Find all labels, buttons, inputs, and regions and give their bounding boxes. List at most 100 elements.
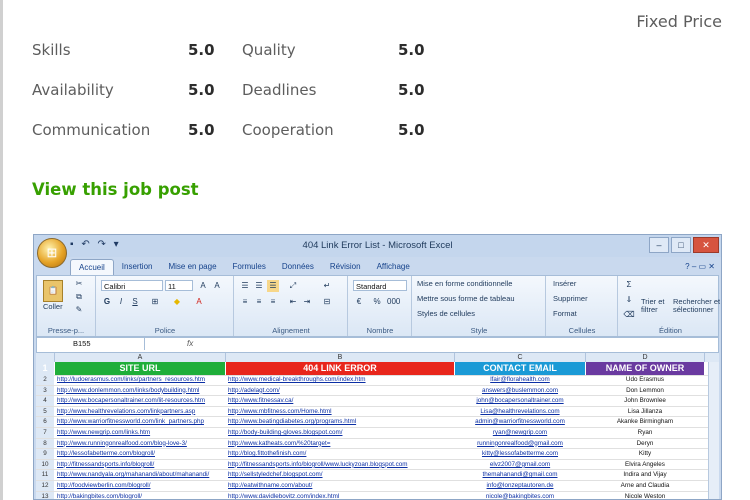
contact-email-cell: john@bocapersonaltrainer.com <box>476 397 564 405</box>
cells-group: Insérer Supprimer Format Cellules <box>547 276 618 336</box>
align-bottom-icon: ☰ <box>267 280 279 292</box>
link-error-cell: http://www.katheats.com/%20target= <box>228 439 331 447</box>
site-url-cell: http://www.donlemmon.com/links/bodybuild… <box>57 386 200 394</box>
row-number: 1 <box>36 362 54 375</box>
rating-label: Availability <box>32 81 114 99</box>
link-error-cell: http://adelagt.com/ <box>228 386 280 394</box>
align-left-icon: ≡ <box>242 297 248 306</box>
header-name-of-owner: NAME OF OWNER <box>586 362 704 375</box>
table-row: 5 http://www.healthrevelations.com/linkpa… <box>36 406 719 418</box>
rating-value: 5.0 <box>398 81 425 99</box>
row-number: 10 <box>36 459 54 470</box>
owner-name-cell: Arne and Claudia <box>620 482 670 489</box>
find-select-button: Rechercher et sélectionner <box>673 297 721 314</box>
rating-label: Cooperation <box>242 121 334 139</box>
site-url-cell: http://ludoerasmus.com/links/partners_re… <box>57 376 206 383</box>
link-error-cell: http://body-building-gloves.blogspot.com… <box>228 429 343 436</box>
contact-email-cell: admin@warriorfitnessworld.com <box>475 418 565 426</box>
cut-icon: ✂ <box>75 279 83 288</box>
paste-label: Coller <box>43 302 63 311</box>
excel-window-title: 404 Link Error List - Microsoft Excel <box>302 240 453 251</box>
site-url-cell: http://foodviewberlin.com/blogroll/ <box>57 482 151 489</box>
table-row: 12 http://foodviewberlin.com/blogroll/htt… <box>36 481 719 492</box>
percent-icon: % <box>373 297 381 306</box>
alignment-group: ☰ ☰ ☰ ⤢ ↵ ≡ ≡ ≡ ⇤ ⇥ ⊟ Alignement <box>235 276 348 336</box>
owner-name-cell: Udo Erasmus <box>625 376 665 383</box>
header-site-url: SITE URL <box>55 362 225 375</box>
tab-donnees: Données <box>281 262 314 271</box>
copy-icon: ⧉ <box>76 292 82 301</box>
align-middle-icon: ☰ <box>255 281 263 290</box>
thousands-icon: 000 <box>387 297 401 306</box>
rating-value: 5.0 <box>398 41 425 59</box>
currency-icon: € <box>356 297 362 306</box>
office-button-icon: ⊞ <box>37 238 67 268</box>
number-group-label: Nombre <box>366 326 394 335</box>
format-button: Format <box>553 309 577 318</box>
table-row: 3 http://www.donlemmon.com/links/bodybuil… <box>36 385 719 397</box>
indent-icon: ⇤ <box>289 297 297 306</box>
style-group: Mise en forme conditionnelle Mettre sous… <box>413 276 546 336</box>
name-box: B155 <box>37 338 145 350</box>
owner-name-cell: Lisa Jillanza <box>627 407 663 415</box>
link-error-cell: http://sellstyledchef.blogspot.com/ <box>228 471 323 479</box>
owner-name-cell: Indira and Vijay <box>623 471 667 479</box>
outdent-icon: ⇥ <box>303 297 311 306</box>
borders-icon: ⊞ <box>151 297 159 306</box>
row-number: 6 <box>36 417 54 427</box>
rating-value: 5.0 <box>188 121 215 139</box>
clipboard-group-label: Presse-p... <box>47 326 85 335</box>
font-color-icon: A <box>196 297 202 306</box>
contact-email-cell: themahanandi@gmail.com <box>482 471 558 479</box>
contact-email-cell: answers@buslemmon.com <box>481 386 559 394</box>
corner-cell <box>36 353 55 362</box>
link-error-cell: http://www.mbfitness.com/Home.html <box>228 407 332 415</box>
column-header-c: C <box>455 353 586 362</box>
owner-name-cell: John Brownlee <box>624 397 666 405</box>
rating-label: Quality <box>242 41 296 59</box>
link-error-cell: http://eatwithname.com/about/ <box>228 482 313 489</box>
clipboard-group: 📋 Coller ✂ ⧉ ✎ Presse-p... <box>37 276 96 336</box>
site-url-cell: http://www.bocapersonaltrainer.com/lit-r… <box>57 397 206 405</box>
rating-label: Communication <box>32 121 151 139</box>
owner-name-cell: Elvira Angeles <box>625 460 665 468</box>
vertical-scrollbar <box>708 362 719 499</box>
number-group: Standard € % 000 Nombre <box>349 276 412 336</box>
tab-affichage: Affichage <box>376 262 410 271</box>
site-url-cell: http://fitnessandsports.info/blogroll/ <box>57 460 155 468</box>
align-right-icon: ≡ <box>270 297 276 306</box>
row-number: 13 <box>36 491 54 499</box>
row-number: 11 <box>36 470 54 480</box>
contact-email-cell: info@lonzeptautoren.de <box>486 482 554 489</box>
tab-accueil: Accueil <box>70 259 114 275</box>
alignment-group-label: Alignement <box>272 326 310 335</box>
row-number: 2 <box>36 375 54 385</box>
link-error-cell: http://www.beatingdiabetes.org/programs.… <box>228 418 357 426</box>
shrink-font-icon: A <box>214 281 220 290</box>
clear-icon: ⌫ <box>623 310 635 319</box>
table-row: 10 http://fitnessandsports.info/blogroll/… <box>36 459 719 471</box>
column-headers: A B C D <box>36 353 719 362</box>
formula-bar: B155 fx <box>36 337 719 353</box>
site-url-cell: http://bakingbites.com/blogroll/ <box>57 492 143 500</box>
ribbon: 📋 Coller ✂ ⧉ ✎ Presse-p... Calibri 11 A … <box>36 275 721 337</box>
font-name-field: Calibri <box>101 280 163 291</box>
left-border <box>0 0 3 500</box>
wrap-text-icon: ↵ <box>323 281 331 290</box>
rating-label: Skills <box>32 41 71 59</box>
tab-insertion: Insertion <box>121 262 153 271</box>
font-size-field: 11 <box>165 280 193 291</box>
rating-value: 5.0 <box>188 81 215 99</box>
site-url-cell: http://www.healthrevelations.com/linkpar… <box>57 407 196 415</box>
owner-name-cell: Ryan <box>637 429 653 436</box>
table-row: 9 http://lessofabetterme.com/blogroll/htt… <box>36 449 719 460</box>
view-job-post-link[interactable]: View this job post <box>32 180 199 199</box>
contact-email-cell: lfair@florahealth.com <box>490 376 550 383</box>
table-row: 4 http://www.bocapersonaltrainer.com/lit-… <box>36 396 719 407</box>
site-url-cell: http://lessofabetterme.com/blogroll/ <box>57 450 155 458</box>
merge-icon: ⊟ <box>323 297 331 306</box>
table-row: 11 http://www.nandyala.org/mahanandi/abou… <box>36 470 719 481</box>
rating-value: 5.0 <box>188 41 215 59</box>
close-icon: ✕ <box>693 237 719 253</box>
contact-email-cell: elvz2007@gmail.com <box>489 460 551 468</box>
